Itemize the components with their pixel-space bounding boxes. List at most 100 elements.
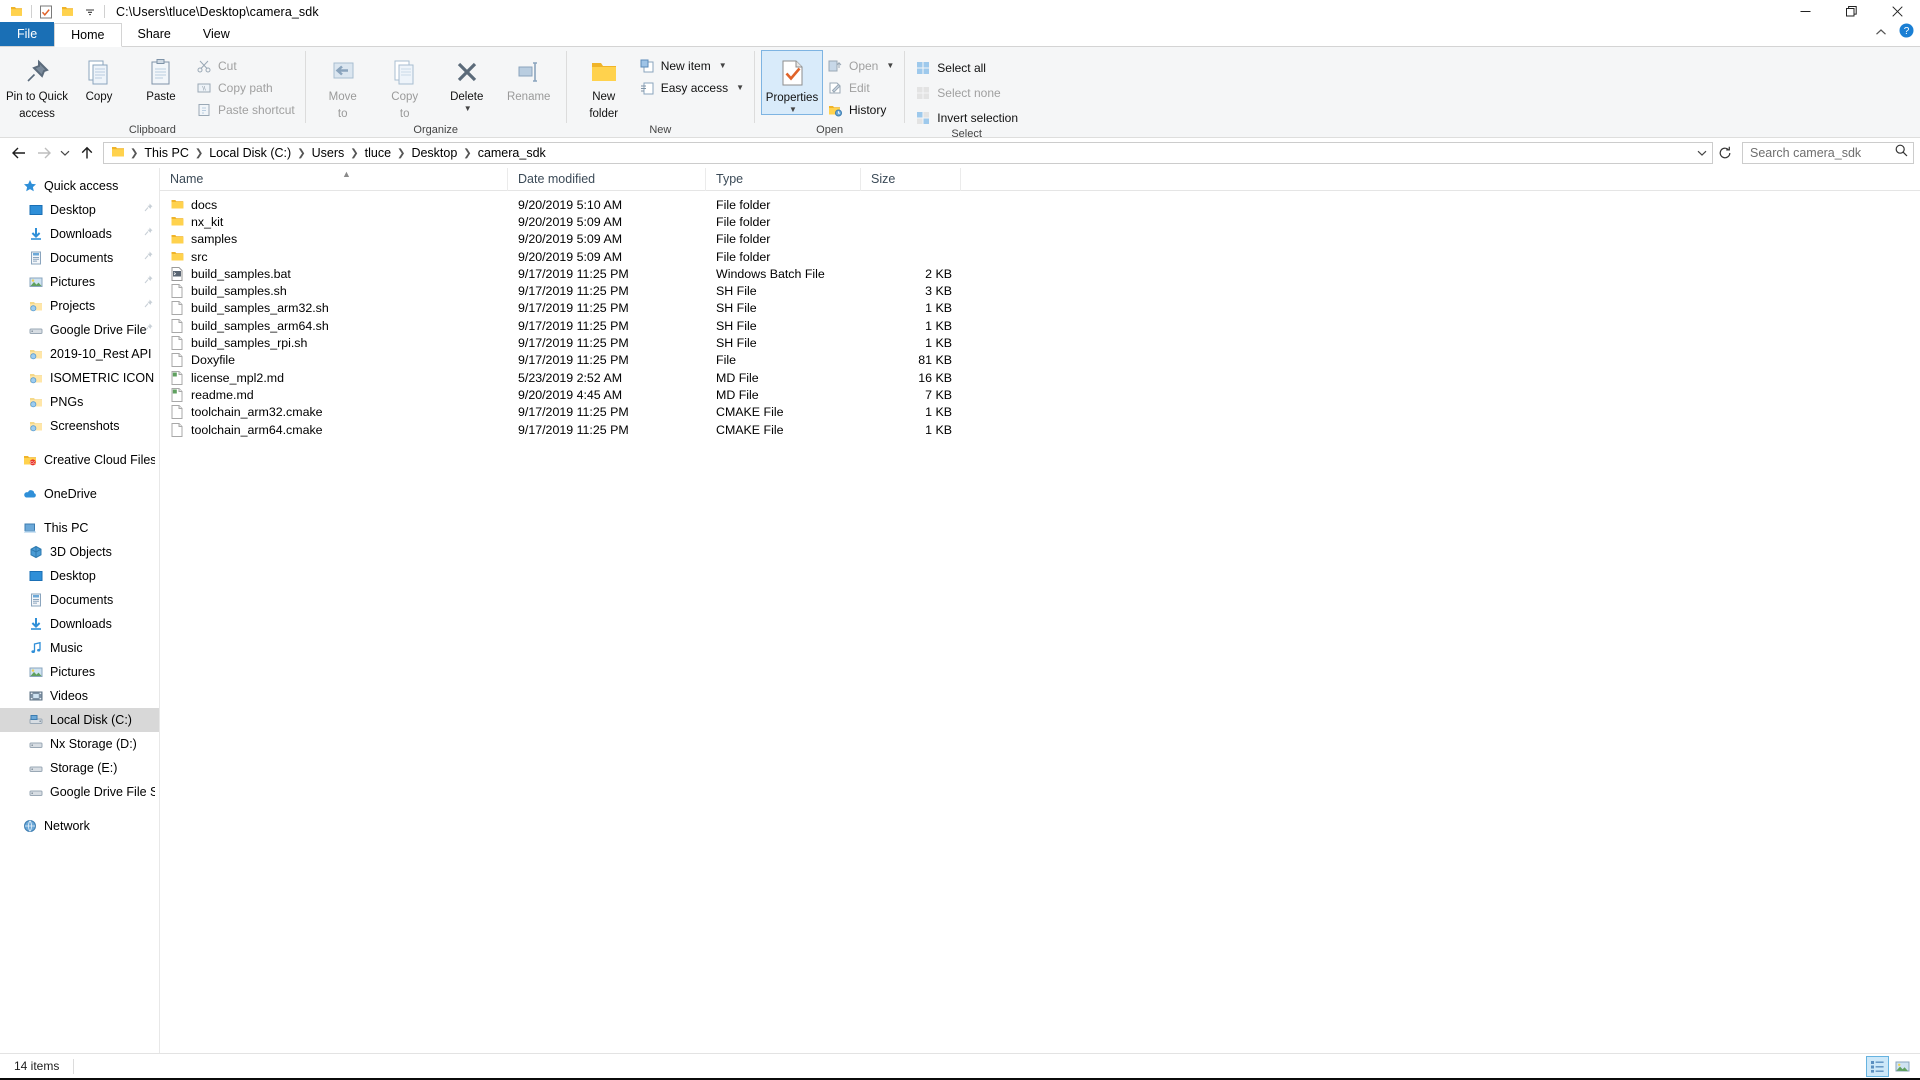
easy-access-dropdown-caret-icon[interactable]: ▼ [736,83,744,92]
delete-dropdown-caret-icon[interactable]: ▼ [464,104,472,113]
move-to-button[interactable]: Move to [312,50,374,121]
open-dropdown-caret-icon[interactable]: ▼ [886,61,894,70]
new-item-dropdown-caret-icon[interactable]: ▼ [719,61,727,70]
file-name-cell[interactable]: toolchain_arm64.cmake [160,422,508,438]
tab-home[interactable]: Home [54,23,122,47]
sidebar-item-music[interactable]: Music [0,636,159,660]
breadcrumb-item-camera-sdk[interactable]: camera_sdk [473,146,551,160]
table-row[interactable]: samples 9/20/2019 5:09 AM File folder [160,231,1920,248]
file-list[interactable]: docs 9/20/2019 5:10 AM File folder nx_ki… [160,191,1920,1053]
sidebar-item-downloads-pc[interactable]: Downloads [0,612,159,636]
maximize-icon[interactable] [1828,0,1874,23]
customize-quick-access-chevron-icon[interactable] [79,1,101,22]
sidebar-item-this-pc[interactable]: This PC [0,516,159,540]
sidebar-item-google-drive-file[interactable]: Google Drive File [0,318,159,342]
large-icons-view-icon[interactable] [1891,1056,1914,1077]
forward-arrow-icon[interactable] [31,141,56,165]
back-arrow-icon[interactable] [6,141,31,165]
table-row[interactable]: build_samples.sh 9/17/2019 11:25 PM SH F… [160,282,1920,299]
sidebar-item-pictures-pc[interactable]: Pictures [0,660,159,684]
recent-locations-chevron-down-icon[interactable] [56,141,74,165]
details-view-icon[interactable] [1866,1055,1889,1077]
invert-selection-button[interactable]: Invert selection [911,108,1022,127]
sidebar-item-quick-access[interactable]: Quick access [0,174,159,198]
pin-icon[interactable] [144,227,153,241]
file-name-cell[interactable]: build_samples_arm64.sh [160,318,508,334]
tab-share[interactable]: Share [122,22,187,46]
file-name-cell[interactable]: readme.md [160,387,508,403]
table-row[interactable]: toolchain_arm32.cmake 9/17/2019 11:25 PM… [160,404,1920,421]
table-row[interactable]: readme.md 9/20/2019 4:45 AM MD File 7 KB [160,386,1920,403]
select-all-button[interactable]: Select all [911,58,1022,77]
help-icon[interactable]: ? [1899,23,1914,43]
breadcrumb-item-tluce[interactable]: tluce [360,146,396,160]
sidebar-item-onedrive[interactable]: OneDrive [0,482,159,506]
breadcrumb-separator-4[interactable]: ❯ [396,148,406,159]
table-row[interactable]: build_samples_arm64.sh 9/17/2019 11:25 P… [160,317,1920,334]
table-row[interactable]: Doxyfile 9/17/2019 11:25 PM File 81 KB [160,352,1920,369]
breadcrumb-item-desktop[interactable]: Desktop [406,146,462,160]
paste-button[interactable]: Paste [130,50,192,104]
select-none-button[interactable]: Select none [911,83,1022,102]
address-dropdown-chevron-down-icon[interactable] [1692,143,1712,163]
table-row[interactable]: build_samples.bat 9/17/2019 11:25 PM Win… [160,265,1920,282]
column-header-name[interactable]: Name [160,167,508,191]
sidebar-item-google-drive-file-st[interactable]: Google Drive File St [0,780,159,804]
sidebar-item-creative-cloud-files[interactable]: Cc Creative Cloud Files [0,448,159,472]
file-name-cell[interactable]: samples [160,231,508,247]
edit-button[interactable]: Edit [823,78,898,97]
properties-check-icon[interactable] [35,1,57,22]
delete-button[interactable]: Delete ▼ [436,50,498,113]
file-name-cell[interactable]: build_samples_rpi.sh [160,335,508,351]
sidebar-item-desktop-pc[interactable]: Desktop [0,564,159,588]
sidebar-item-screenshots[interactable]: Screenshots [0,414,159,438]
ribbon-collapse-chevron-icon[interactable] [1875,24,1887,42]
file-name-cell[interactable]: Doxyfile [160,352,508,368]
file-name-cell[interactable]: license_mpl2.md [160,370,508,386]
breadcrumb-separator-5[interactable]: ❯ [462,148,472,159]
minimize-icon[interactable] [1782,0,1828,23]
address-input[interactable]: ❯ This PC ❯ Local Disk (C:) ❯ Users ❯ tl… [103,142,1713,164]
breadcrumb-item-users[interactable]: Users [307,146,350,160]
sidebar-item-videos[interactable]: Videos [0,684,159,708]
breadcrumb-item-local-disk[interactable]: Local Disk (C:) [204,146,296,160]
copy-to-button[interactable]: Copy to [374,50,436,121]
search-input[interactable] [1750,146,1890,160]
sidebar-item-desktop-qa[interactable]: Desktop [0,198,159,222]
sidebar-item-network[interactable]: Network [0,814,159,838]
sidebar-item-pictures-qa[interactable]: Pictures [0,270,159,294]
search-icon[interactable] [1895,144,1908,162]
properties-dropdown-caret-icon[interactable]: ▼ [789,105,797,114]
refresh-icon[interactable] [1714,142,1736,164]
system-menu-folder-icon[interactable] [6,1,28,22]
file-name-cell[interactable]: build_samples.sh [160,283,508,299]
copy-path-button[interactable]: \\ Copy path [192,78,299,97]
tab-file[interactable]: File [0,22,55,46]
new-item-button[interactable]: New item ▼ [635,56,748,75]
easy-access-button[interactable]: Easy access ▼ [635,78,748,97]
table-row[interactable]: license_mpl2.md 5/23/2019 2:52 AM MD Fil… [160,369,1920,386]
table-row[interactable]: docs 9/20/2019 5:10 AM File folder [160,196,1920,213]
properties-button[interactable]: Properties ▼ [761,50,823,115]
search-box[interactable] [1742,142,1914,164]
table-row[interactable]: build_samples_arm32.sh 9/17/2019 11:25 P… [160,300,1920,317]
rename-button[interactable]: Rename [498,50,560,104]
pin-icon[interactable] [144,323,153,337]
column-header-type[interactable]: Type [706,167,861,191]
history-button[interactable]: History [823,100,898,119]
file-name-cell[interactable]: docs [160,197,508,213]
pin-icon[interactable] [144,275,153,289]
table-row[interactable]: nx_kit 9/20/2019 5:09 AM File folder [160,213,1920,230]
breadcrumb-separator-1[interactable]: ❯ [194,148,204,159]
sidebar-item-rest-api-bl[interactable]: 2019-10_Rest API Bl [0,342,159,366]
table-row[interactable]: src 9/20/2019 5:09 AM File folder [160,248,1920,265]
up-arrow-icon[interactable] [74,141,99,165]
sidebar-item-storage-e[interactable]: Storage (E:) [0,756,159,780]
breadcrumb-separator-2[interactable]: ❯ [296,148,306,159]
new-folder-button[interactable]: New folder [573,50,635,121]
file-name-cell[interactable]: build_samples.bat [160,266,508,282]
sidebar-item-projects[interactable]: Projects [0,294,159,318]
file-name-cell[interactable]: src [160,249,508,265]
navigation-pane[interactable]: Quick access Desktop Downloads Documents… [0,168,159,1053]
pin-to-quick-access-button[interactable]: Pin to Quick access [6,50,68,121]
